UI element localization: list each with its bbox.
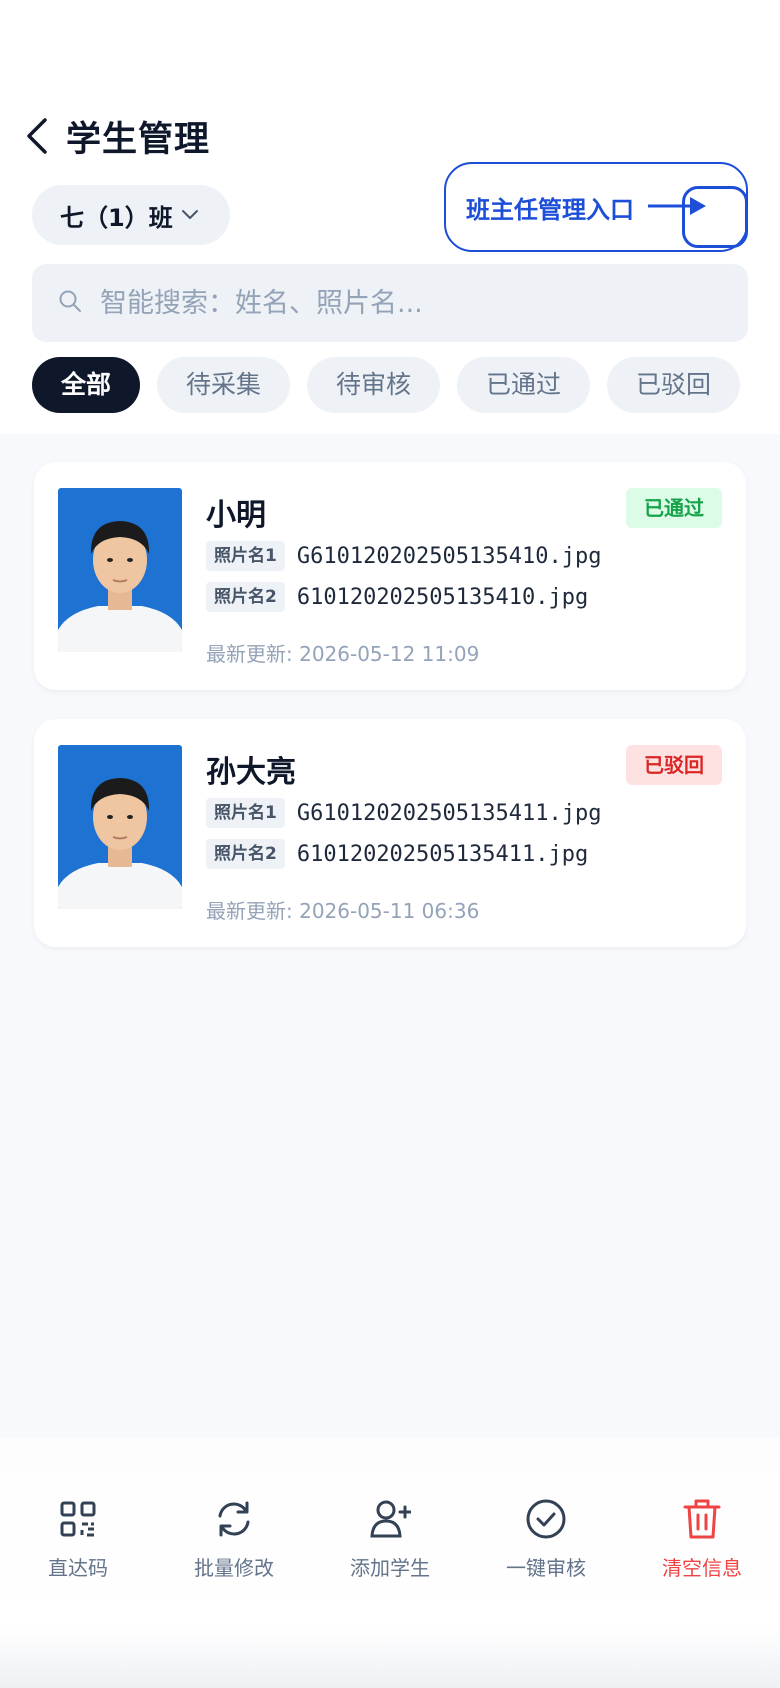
add-student-label: 添加学生 — [350, 1556, 430, 1580]
clear-info-button[interactable]: 清空信息 — [632, 1494, 772, 1581]
photo-file-tag: 照片名2 — [206, 582, 285, 612]
last-updated: 最新更新: 2026-05-11 06:36 — [206, 899, 480, 923]
photo-file-name: G610120202505135411.jpg — [296, 800, 602, 826]
student-name: 孙大亮 — [206, 755, 296, 790]
class-selector[interactable]: 七（1）班 — [32, 185, 230, 245]
photo-file-name: 610120202505135411.jpg — [296, 841, 589, 867]
refresh-icon — [164, 1494, 304, 1544]
filter-all[interactable]: 全部 — [32, 357, 140, 413]
photo-file-tag: 照片名1 — [206, 798, 285, 828]
header: 学生管理 — [22, 108, 210, 164]
one-click-review-label: 一键审核 — [506, 1556, 586, 1580]
photo-file-row: 照片名1 G610120202505135410.jpg — [206, 540, 601, 572]
batch-edit-label: 批量修改 — [194, 1556, 274, 1580]
last-updated: 最新更新: 2026-05-12 11:09 — [206, 642, 480, 666]
student-photo — [58, 488, 182, 652]
trash-icon — [632, 1494, 772, 1544]
check-circle-icon — [476, 1494, 616, 1544]
photo-file-name: 610120202505135410.jpg — [296, 584, 589, 610]
filter-pending-review[interactable]: 待审核 — [307, 357, 440, 413]
annotation-text: 班主任管理入口 — [466, 195, 634, 224]
student-photo — [58, 745, 182, 909]
status-badge: 已驳回 — [626, 745, 722, 785]
search-bar[interactable] — [32, 264, 748, 342]
photo-file-tag: 照片名2 — [206, 839, 285, 869]
filter-rejected[interactable]: 已驳回 — [607, 357, 740, 413]
student-name: 小明 — [206, 498, 266, 533]
photo-file-name: G610120202505135410.jpg — [296, 543, 602, 569]
direct-code-button[interactable]: 直达码 — [8, 1494, 148, 1581]
back-arrow-icon[interactable] — [22, 114, 52, 158]
photo-file-row: 照片名2 610120202505135410.jpg — [206, 581, 588, 613]
photo-file-row: 照片名2 610120202505135411.jpg — [206, 838, 588, 870]
status-badge: 已通过 — [626, 488, 722, 528]
search-input[interactable] — [100, 287, 700, 319]
add-student-button[interactable]: 添加学生 — [320, 1494, 460, 1581]
status-filter-tabs: 全部 待采集 待审核 已通过 已驳回 — [32, 357, 748, 413]
chevron-down-icon — [181, 209, 199, 221]
page-title: 学生管理 — [66, 119, 211, 160]
direct-code-label: 直达码 — [48, 1556, 108, 1580]
teacher-entry-annotation: 班主任管理入口 — [444, 162, 748, 252]
photo-file-tag: 照片名1 — [206, 541, 285, 571]
add-user-icon — [320, 1494, 460, 1544]
filter-pending-collect[interactable]: 待采集 — [157, 357, 290, 413]
qr-code-icon — [8, 1494, 148, 1544]
bottom-action-bar: 直达码 批量修改 添加学生 一键审核 清空信息 — [0, 1438, 780, 1688]
one-click-review-button[interactable]: 一键审核 — [476, 1494, 616, 1581]
filter-approved[interactable]: 已通过 — [457, 357, 590, 413]
class-selector-label: 七（1）班 — [60, 203, 173, 232]
clear-info-label: 清空信息 — [662, 1556, 742, 1580]
batch-edit-button[interactable]: 批量修改 — [164, 1494, 304, 1581]
photo-file-row: 照片名1 G610120202505135411.jpg — [206, 797, 601, 829]
student-card[interactable]: 小明 已通过 照片名1 G610120202505135410.jpg 照片名2… — [34, 462, 746, 690]
teacher-entry-button[interactable] — [682, 186, 748, 248]
student-card[interactable]: 孙大亮 已驳回 照片名1 G610120202505135411.jpg 照片名… — [34, 719, 746, 947]
search-icon — [58, 289, 82, 317]
